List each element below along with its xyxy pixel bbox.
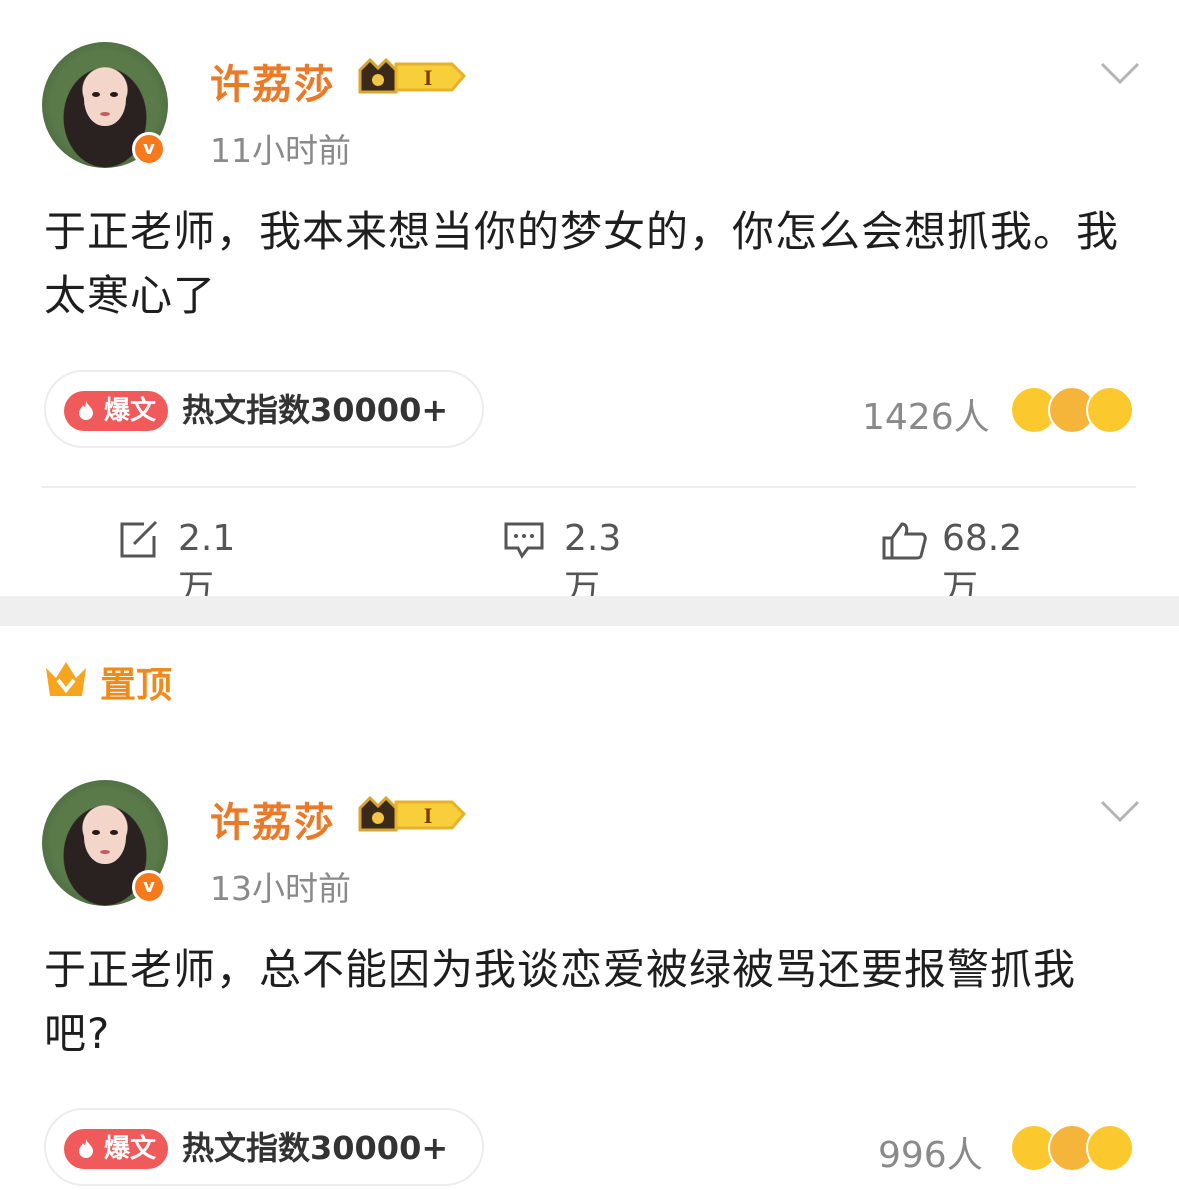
hot-index-pill[interactable]: 爆文 热文指数30000+ — [44, 1108, 484, 1186]
comment-icon — [504, 522, 544, 559]
flame-icon — [79, 1139, 93, 1158]
avatar-lip — [100, 112, 110, 116]
avatar-face — [84, 808, 126, 864]
avatar-face — [84, 70, 126, 126]
post-content: 于正老师，我本来想当你的梦女的，你怎么会想抓我。我太寒心了 — [44, 207, 1120, 320]
post-time: 13小时前 — [210, 869, 351, 908]
reaction-count[interactable]: 1426人 — [862, 388, 990, 440]
reaction-count[interactable]: 996人 — [878, 1126, 983, 1178]
hot-index-pill[interactable]: 爆文 热文指数30000+ — [44, 370, 484, 448]
hot-tag-label: 爆文 — [104, 1134, 157, 1164]
chevron-down-icon[interactable] — [1098, 798, 1142, 824]
avatar-eye — [110, 92, 118, 97]
hot-index-text: 热文指数30000+ — [182, 1129, 449, 1167]
verified-v-icon: v — [132, 132, 166, 166]
repost-icon — [120, 520, 158, 558]
surprised-emoji-icon — [1086, 386, 1134, 434]
crown-icon — [46, 662, 86, 696]
post-card-1: v 许荔莎 I 11小时前 于正老师，我本来想当你的梦女的，你怎么会想抓我。我太… — [0, 0, 1179, 609]
hot-tag: 爆文 — [64, 1129, 168, 1169]
surprised-emoji-icon — [1086, 1124, 1134, 1172]
reaction-emojis[interactable] — [1010, 1124, 1136, 1172]
post-card-2: v 许荔莎 I 13小时前 于正老师，总不能因为我谈恋爱被绿被骂还要报警抓我吧?… — [0, 738, 1179, 1190]
avatar-eye — [92, 830, 100, 835]
chevron-down-icon[interactable] — [1098, 60, 1142, 86]
thumbs-up-icon — [882, 522, 927, 560]
vip-crown-icon[interactable]: I — [356, 794, 468, 834]
section-gap — [0, 596, 1179, 626]
verified-v-icon: v — [132, 870, 166, 904]
username[interactable]: 许荔莎 — [210, 52, 336, 110]
avatar-lip — [100, 850, 110, 854]
post-time: 11小时前 — [210, 131, 351, 170]
vip-level-label: I — [424, 65, 433, 90]
flame-icon — [79, 401, 93, 420]
hot-tag: 爆文 — [64, 391, 168, 431]
post-content: 于正老师，总不能因为我谈恋爱被绿被骂还要报警抓我吧? — [44, 945, 1077, 1058]
avatar-eye — [110, 830, 118, 835]
vip-level-label: I — [424, 803, 433, 828]
avatar-eye — [92, 92, 100, 97]
pinned-text: 置顶 — [100, 665, 173, 706]
hot-index-text: 热文指数30000+ — [182, 391, 449, 429]
divider — [42, 486, 1136, 488]
vip-crown-icon[interactable]: I — [356, 56, 468, 96]
hot-tag-label: 爆文 — [104, 396, 157, 426]
username[interactable]: 许荔莎 — [210, 790, 336, 848]
reaction-emojis[interactable] — [1010, 386, 1136, 434]
